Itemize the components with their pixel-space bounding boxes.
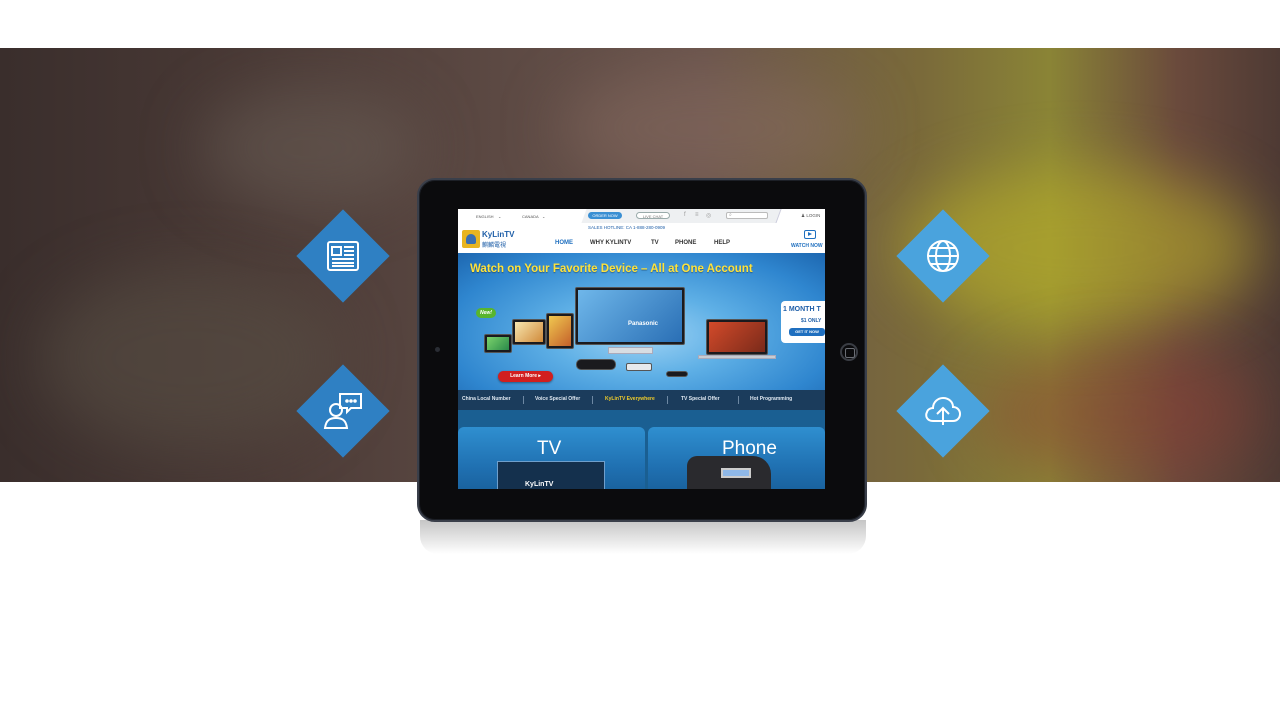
news-feature-diamond <box>296 209 390 303</box>
renren-icon[interactable]: ≡ <box>695 212 699 218</box>
hero-title: Watch on Your Favorite Device – All at O… <box>470 263 753 275</box>
subnav-kylintv-everywhere[interactable]: KyLinTV Everywhere <box>605 396 655 402</box>
search-icon: ⌕ <box>729 212 732 218</box>
live-chat-button[interactable]: LIVE CHAT <box>636 212 670 219</box>
settop-box-image <box>576 359 616 370</box>
web-feature-diamond <box>896 209 990 303</box>
order-now-button[interactable]: ORDER NOW <box>588 212 622 219</box>
logo-chinese: 麒麟電視 <box>482 243 507 249</box>
globe-icon <box>910 223 976 289</box>
weibo-icon[interactable]: ◎ <box>706 212 711 219</box>
nav-tv[interactable]: TV <box>651 240 659 246</box>
tv-thumbnail-brand: KyLinTV <box>525 481 554 488</box>
promo-title: 1 MONTH T <box>783 306 821 313</box>
tv-tile-label: TV <box>537 438 562 459</box>
tv-brand-label: Panasonic <box>628 321 659 327</box>
promo-price: $1 ONLY <box>801 318 822 324</box>
subnav-china-local-number[interactable]: China Local Number <box>462 396 511 402</box>
sales-hotline: SALES HOTLINE: CA 1-888-280-0909 <box>588 225 666 230</box>
promo-card[interactable]: 1 MONTH T $1 ONLY GET IT NOW <box>781 301 825 343</box>
cloud-upload-icon <box>910 378 976 444</box>
language-selector[interactable]: ENGLISH <box>476 214 494 219</box>
learn-more-label: Learn More <box>510 373 538 379</box>
tv-thumbnail: KyLinTV <box>497 461 605 489</box>
chat-agent-icon <box>310 378 376 444</box>
nav-phone[interactable]: PHONE <box>675 240 696 246</box>
tablet-camera <box>435 347 440 352</box>
laptop-base <box>698 355 776 359</box>
site-header: KyLinTV 麒麟電視 SALES HOTLINE: CA 1-888-280… <box>458 223 825 253</box>
tablet-small-image <box>512 319 546 345</box>
watch-now-link[interactable]: WATCH NOW <box>791 243 823 249</box>
nav-why-kylintv[interactable]: WHY KYLINTV <box>590 240 631 246</box>
website-screen: ENGLISH ⌄ CANADA ⌄ ORDER NOW LIVE CHAT f… <box>458 209 825 489</box>
utility-bar: ENGLISH ⌄ CANADA ⌄ ORDER NOW LIVE CHAT f… <box>458 209 825 223</box>
learn-more-button[interactable]: Learn More ▸ <box>498 371 553 382</box>
search-input[interactable]: ⌕ <box>726 212 768 219</box>
logo-text[interactable]: KyLinTV <box>482 230 514 239</box>
chevron-down-icon: ⌄ <box>498 214 502 219</box>
nav-home[interactable]: HOME <box>555 240 573 246</box>
tv-stand <box>608 347 653 354</box>
support-feature-diamond <box>296 364 390 458</box>
subnav-voice-special-offer[interactable]: Voice Special Offer <box>535 396 580 402</box>
presentation-slide: ENGLISH ⌄ CANADA ⌄ ORDER NOW LIVE CHAT f… <box>0 0 1280 720</box>
region-selector[interactable]: CANADA <box>522 214 539 219</box>
laptop-image <box>706 319 768 355</box>
newspaper-icon <box>310 223 376 289</box>
login-label: LOGIN <box>806 213 821 218</box>
tablet-reflection <box>420 520 866 554</box>
subnav-tv-special-offer[interactable]: TV Special Offer <box>681 396 720 402</box>
user-icon: ♟ <box>801 213 806 218</box>
chevron-down-icon: ⌄ <box>542 214 546 219</box>
kylintv-logo-icon[interactable] <box>462 230 480 248</box>
login-link[interactable]: ♟ LOGIN <box>801 213 820 219</box>
hero-banner: Watch on Your Favorite Device – All at O… <box>458 253 825 390</box>
facebook-icon[interactable]: f <box>684 212 686 218</box>
subnav-hot-programming[interactable]: Hot Programming <box>750 396 792 402</box>
tablet-home-button[interactable] <box>840 343 858 361</box>
product-tiles: TV Phone KyLinTV <box>458 410 825 489</box>
phone-image <box>484 334 512 353</box>
media-box-image <box>626 363 652 371</box>
tablet-image <box>546 313 574 349</box>
tv-device-image <box>575 287 685 345</box>
remote-image <box>666 371 688 377</box>
get-it-now-button[interactable]: GET IT NOW <box>789 328 825 336</box>
nav-help[interactable]: HELP <box>714 240 730 246</box>
play-icon[interactable] <box>804 230 816 239</box>
cloud-feature-diamond <box>896 364 990 458</box>
desk-phone-image <box>687 456 771 489</box>
new-badge: New! <box>476 308 496 318</box>
sub-navigation: China Local Number Voice Special Offer K… <box>458 390 825 410</box>
